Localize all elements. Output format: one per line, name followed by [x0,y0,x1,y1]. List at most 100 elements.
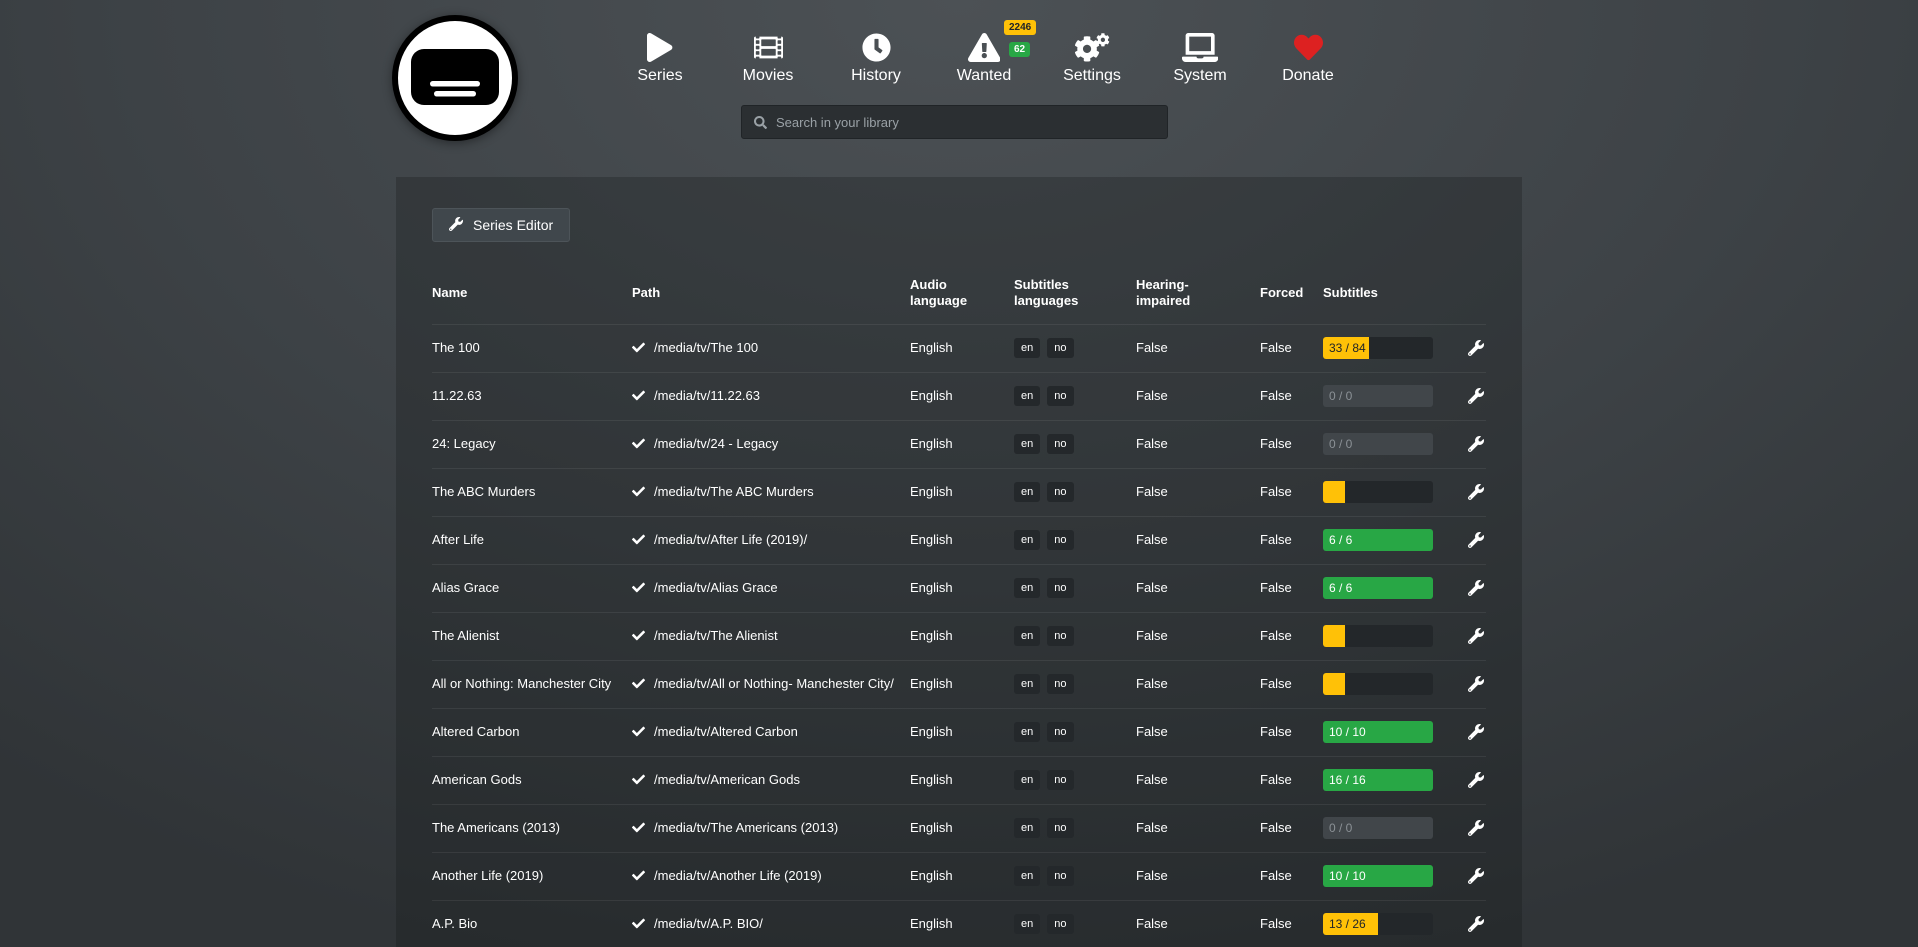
series-name-link[interactable]: The Alienist [432,627,632,645]
edit-series-wrench-icon[interactable] [1468,532,1484,548]
forced-value: False [1260,627,1323,645]
audio-language: English [910,387,1014,405]
edit-series-wrench-icon[interactable] [1468,868,1484,884]
series-name-link[interactable]: 11.22.63 [432,387,632,405]
series-row: The 100/media/tv/The 100EnglishennoFalse… [432,324,1486,372]
subtitles-languages: enno [1014,818,1136,839]
edit-series-wrench-icon[interactable] [1468,388,1484,404]
hearing-impaired-value: False [1136,627,1260,645]
hearing-impaired-value: False [1136,723,1260,741]
forced-value: False [1260,771,1323,789]
laptop-icon [1182,28,1218,62]
hearing-impaired-value: False [1136,579,1260,597]
edit-series-wrench-icon[interactable] [1468,676,1484,692]
subtitles-languages: enno [1014,386,1136,407]
series-row: A.P. Bio/media/tv/A.P. BIO/EnglishennoFa… [432,900,1486,947]
column-header-1: Path [632,285,910,301]
audio-language: English [910,579,1014,597]
search-input[interactable] [776,115,1167,130]
series-path-text: /media/tv/24 - Legacy [654,435,778,453]
series-path-text: /media/tv/Alias Grace [654,579,778,597]
series-path: /media/tv/The 100 [632,339,910,357]
series-name-link[interactable]: The ABC Murders [432,483,632,501]
series-name-link[interactable]: A.P. Bio [432,915,632,933]
edit-series-wrench-icon[interactable] [1468,340,1484,356]
row-actions [1463,388,1486,404]
series-row: Altered Carbon/media/tv/Altered CarbonEn… [432,708,1486,756]
language-badge: no [1047,770,1073,791]
series-table: NamePathAudio languageSubtitles language… [432,269,1486,947]
audio-language: English [910,627,1014,645]
edit-series-wrench-icon[interactable] [1468,772,1484,788]
nav-item-label: Settings [1063,67,1121,85]
subtitles-count: 6 / 6 [1323,580,1352,596]
check-icon [632,677,645,690]
edit-series-wrench-icon[interactable] [1468,916,1484,932]
play-icon [647,28,672,62]
forced-value: False [1260,675,1323,693]
column-header-4: Hearing- impaired [1136,277,1260,310]
column-header-3: Subtitles languages [1014,277,1136,310]
subtitles-count: 0 / 0 [1323,436,1352,452]
nav-item-system[interactable]: System [1146,28,1254,85]
nav-item-label: History [851,67,901,85]
audio-language: English [910,531,1014,549]
language-badge: no [1047,914,1073,935]
language-badge: en [1014,386,1040,407]
series-name-link[interactable]: The Americans (2013) [432,819,632,837]
subtitles-cell [1323,673,1463,695]
edit-series-wrench-icon[interactable] [1468,724,1484,740]
subtitles-count: 10 / 10 [1323,724,1366,740]
series-path: /media/tv/The Alienist [632,627,910,645]
row-actions [1463,580,1486,596]
forced-value: False [1260,867,1323,885]
language-badge: no [1047,530,1073,551]
subtitles-cell [1323,481,1463,503]
subtitles-languages: enno [1014,914,1136,935]
language-badge: en [1014,434,1040,455]
series-path: /media/tv/The ABC Murders [632,483,910,501]
series-name-link[interactable]: The 100 [432,339,632,357]
series-name-link[interactable]: After Life [432,531,632,549]
subtitles-count: 6 / 6 [1323,532,1352,548]
series-name-link[interactable]: Alias Grace [432,579,632,597]
nav-item-wanted[interactable]: Wanted224662 [930,28,1038,85]
nav-item-label: Donate [1282,67,1334,85]
search-bar [741,105,1168,139]
series-name-link[interactable]: All or Nothing: Manchester City [432,675,632,693]
series-path-text: /media/tv/11.22.63 [654,387,760,405]
subtitles-count: 0 / 0 [1323,820,1352,836]
subtitles-languages: enno [1014,722,1136,743]
check-icon [632,725,645,738]
hearing-impaired-value: False [1136,387,1260,405]
nav-item-history[interactable]: History [822,28,930,85]
hearing-impaired-value: False [1136,819,1260,837]
series-path-text: /media/tv/Altered Carbon [654,723,798,741]
column-header-6: Subtitles [1323,285,1463,301]
nav-item-series[interactable]: Series [606,28,714,85]
edit-series-wrench-icon[interactable] [1468,436,1484,452]
nav-item-movies[interactable]: Movies [714,28,822,85]
series-name-link[interactable]: Altered Carbon [432,723,632,741]
series-editor-button[interactable]: Series Editor [432,208,570,242]
edit-series-wrench-icon[interactable] [1468,580,1484,596]
edit-series-wrench-icon[interactable] [1468,628,1484,644]
row-actions [1463,484,1486,500]
forced-value: False [1260,435,1323,453]
series-name-link[interactable]: Another Life (2019) [432,867,632,885]
nav-item-settings[interactable]: Settings [1038,28,1146,85]
check-icon [632,437,645,450]
subtitles-cell: 13 / 26 [1323,913,1463,935]
language-badge: en [1014,626,1040,647]
hearing-impaired-value: False [1136,531,1260,549]
edit-series-wrench-icon[interactable] [1468,484,1484,500]
subtitles-languages: enno [1014,626,1136,647]
series-name-link[interactable]: 24: Legacy [432,435,632,453]
edit-series-wrench-icon[interactable] [1468,820,1484,836]
series-path: /media/tv/American Gods [632,771,910,789]
audio-language: English [910,915,1014,933]
nav-item-donate[interactable]: Donate [1254,28,1362,85]
series-name-link[interactable]: American Gods [432,771,632,789]
series-path: /media/tv/After Life (2019)/ [632,531,910,549]
bazarr-logo[interactable] [390,13,520,143]
